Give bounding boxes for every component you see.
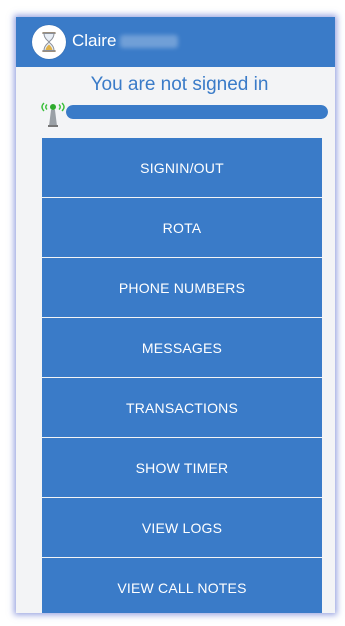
redacted-surname bbox=[120, 35, 178, 48]
signin-out-button[interactable]: SIGNIN/OUT bbox=[42, 138, 322, 197]
view-logs-button[interactable]: VIEW LOGS bbox=[42, 498, 322, 557]
hourglass-icon[interactable] bbox=[32, 25, 66, 59]
rota-button[interactable]: ROTA bbox=[42, 198, 322, 257]
messages-button[interactable]: MESSAGES bbox=[42, 318, 322, 377]
user-name: Claire bbox=[72, 31, 117, 50]
main-menu: SIGNIN/OUT ROTA PHONE NUMBERS MESSAGES T… bbox=[42, 138, 322, 613]
app-header: Claire bbox=[16, 17, 335, 67]
connection-progress-bar bbox=[66, 105, 328, 119]
show-timer-button[interactable]: SHOW TIMER bbox=[42, 438, 322, 497]
progress-fill bbox=[66, 105, 328, 119]
antenna-signal-icon bbox=[38, 95, 68, 129]
phone-numbers-button[interactable]: PHONE NUMBERS bbox=[42, 258, 322, 317]
app-window: Claire You are not signed in SIGNIN/OUT … bbox=[16, 17, 335, 613]
view-call-notes-button[interactable]: VIEW CALL NOTES bbox=[42, 558, 322, 613]
transactions-button[interactable]: TRANSACTIONS bbox=[42, 378, 322, 437]
sign-in-status: You are not signed in bbox=[90, 74, 269, 95]
